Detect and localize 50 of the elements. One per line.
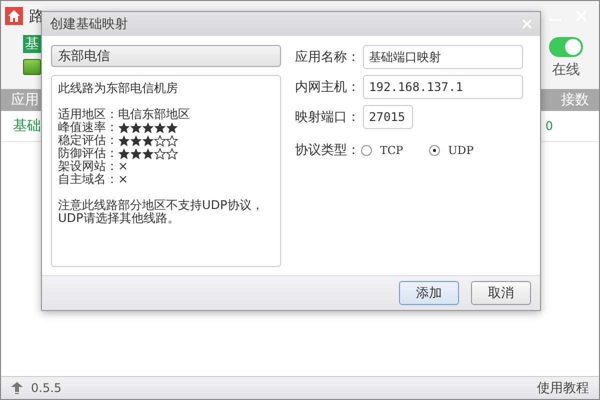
field-label: 应用名称： [295, 49, 353, 66]
star-icon [142, 134, 154, 146]
help-link[interactable]: 使用教程 [537, 379, 589, 397]
input-field[interactable]: 192.168.137.1 [363, 75, 523, 99]
field-label: 协议类型： [295, 142, 353, 159]
mode-label: 基 [23, 35, 41, 53]
upgrade-icon[interactable] [11, 382, 23, 394]
table-cell: 基础 [13, 117, 41, 135]
field-label: 内网主机： [295, 79, 353, 96]
dialog-button[interactable]: 取消 [471, 281, 531, 305]
star-icon [130, 148, 142, 160]
home-icon [5, 7, 23, 25]
star-icon [142, 148, 154, 160]
star-icon [118, 148, 130, 160]
spec-label: 自主域名： [58, 173, 118, 186]
protocol-radio[interactable]: TCP [361, 144, 404, 156]
star-icon [166, 122, 178, 134]
star-icon [118, 134, 130, 146]
description-intro: 此线路为东部电信机房 [58, 82, 179, 95]
action-button[interactable] [23, 59, 41, 75]
star-icon [142, 122, 154, 134]
spec-value: 电信东部地区 [118, 108, 190, 121]
spec-label: 架设网站： [58, 160, 118, 173]
online-label: 在线 [552, 61, 580, 79]
version-label: 0.5.5 [31, 381, 62, 395]
column-header: 接数 [561, 91, 589, 109]
column-header: 应用 [11, 91, 39, 109]
spec-label: 稳定评估： [58, 134, 118, 147]
star-icon [118, 122, 130, 134]
table-cell-text: 0 [545, 119, 554, 133]
spec-label: 防御评估： [58, 147, 118, 160]
spec-label: 适用地区： [58, 108, 118, 121]
spec-value: × [118, 160, 128, 173]
dialog-title: 创建基础映射 [50, 16, 128, 33]
star-icon [154, 122, 166, 134]
spec-label: 峰值速率： [58, 121, 118, 134]
input-field[interactable]: 27015 [363, 105, 413, 129]
description-note: 注意此线路部分地区不支持UDP协议，UDP请选择其他线路。 [58, 199, 264, 225]
dialog-button[interactable]: 添加 [399, 281, 459, 305]
close-icon[interactable] [522, 19, 532, 29]
field-label: 映射端口： [295, 109, 353, 126]
star-icon [130, 134, 142, 146]
empty-star-icon [166, 148, 178, 160]
star-icon [130, 122, 142, 134]
online-toggle[interactable] [549, 37, 583, 57]
line-select[interactable]: 东部电信 [51, 45, 281, 67]
spec-value: × [118, 173, 128, 186]
input-field[interactable]: 基础端口映射 [363, 45, 523, 69]
protocol-radio[interactable]: UDP [429, 144, 474, 156]
empty-star-icon [166, 134, 178, 146]
